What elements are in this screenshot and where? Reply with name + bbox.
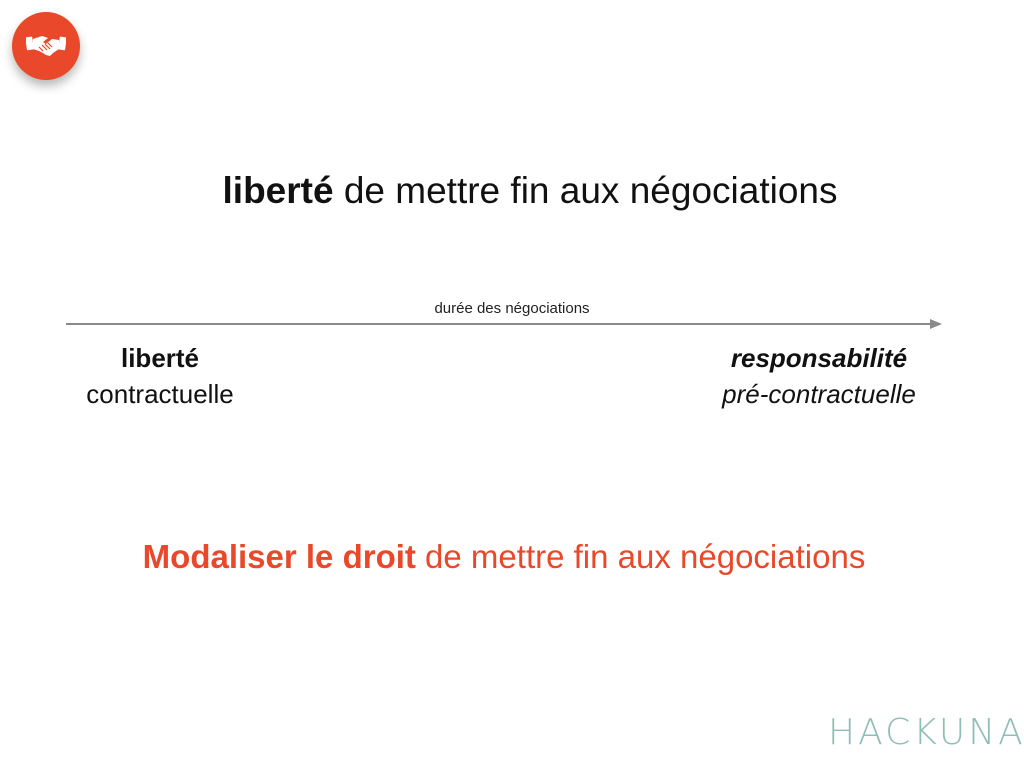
timeline-arrow xyxy=(66,319,942,329)
right-line1: responsabilité xyxy=(730,343,908,373)
conclusion-rest: de mettre fin aux négociations xyxy=(415,538,866,575)
timeline-start-label: liberté contractuelle xyxy=(40,340,280,412)
slide: liberté de mettre fin aux négociations d… xyxy=(0,0,1024,768)
handshake-icon xyxy=(26,36,66,56)
title-bold: liberté xyxy=(222,170,334,211)
right-line2: pré-contractuelle xyxy=(722,379,916,409)
slide-title: liberté de mettre fin aux négociations xyxy=(0,170,1024,212)
brand-logo: HACKUNA xyxy=(828,712,1024,753)
conclusion-line: Modaliser le droit de mettre fin aux nég… xyxy=(0,538,1008,576)
conclusion-bold: Modaliser le droit xyxy=(142,538,416,575)
timeline-label: durée des négociations xyxy=(434,300,590,317)
handshake-badge xyxy=(12,12,80,80)
title-rest: de mettre fin aux négociations xyxy=(333,170,838,211)
left-line1: liberté xyxy=(120,343,200,373)
timeline-end-label: responsabilité pré-contractuelle xyxy=(690,340,948,412)
left-line2: contractuelle xyxy=(86,379,234,409)
